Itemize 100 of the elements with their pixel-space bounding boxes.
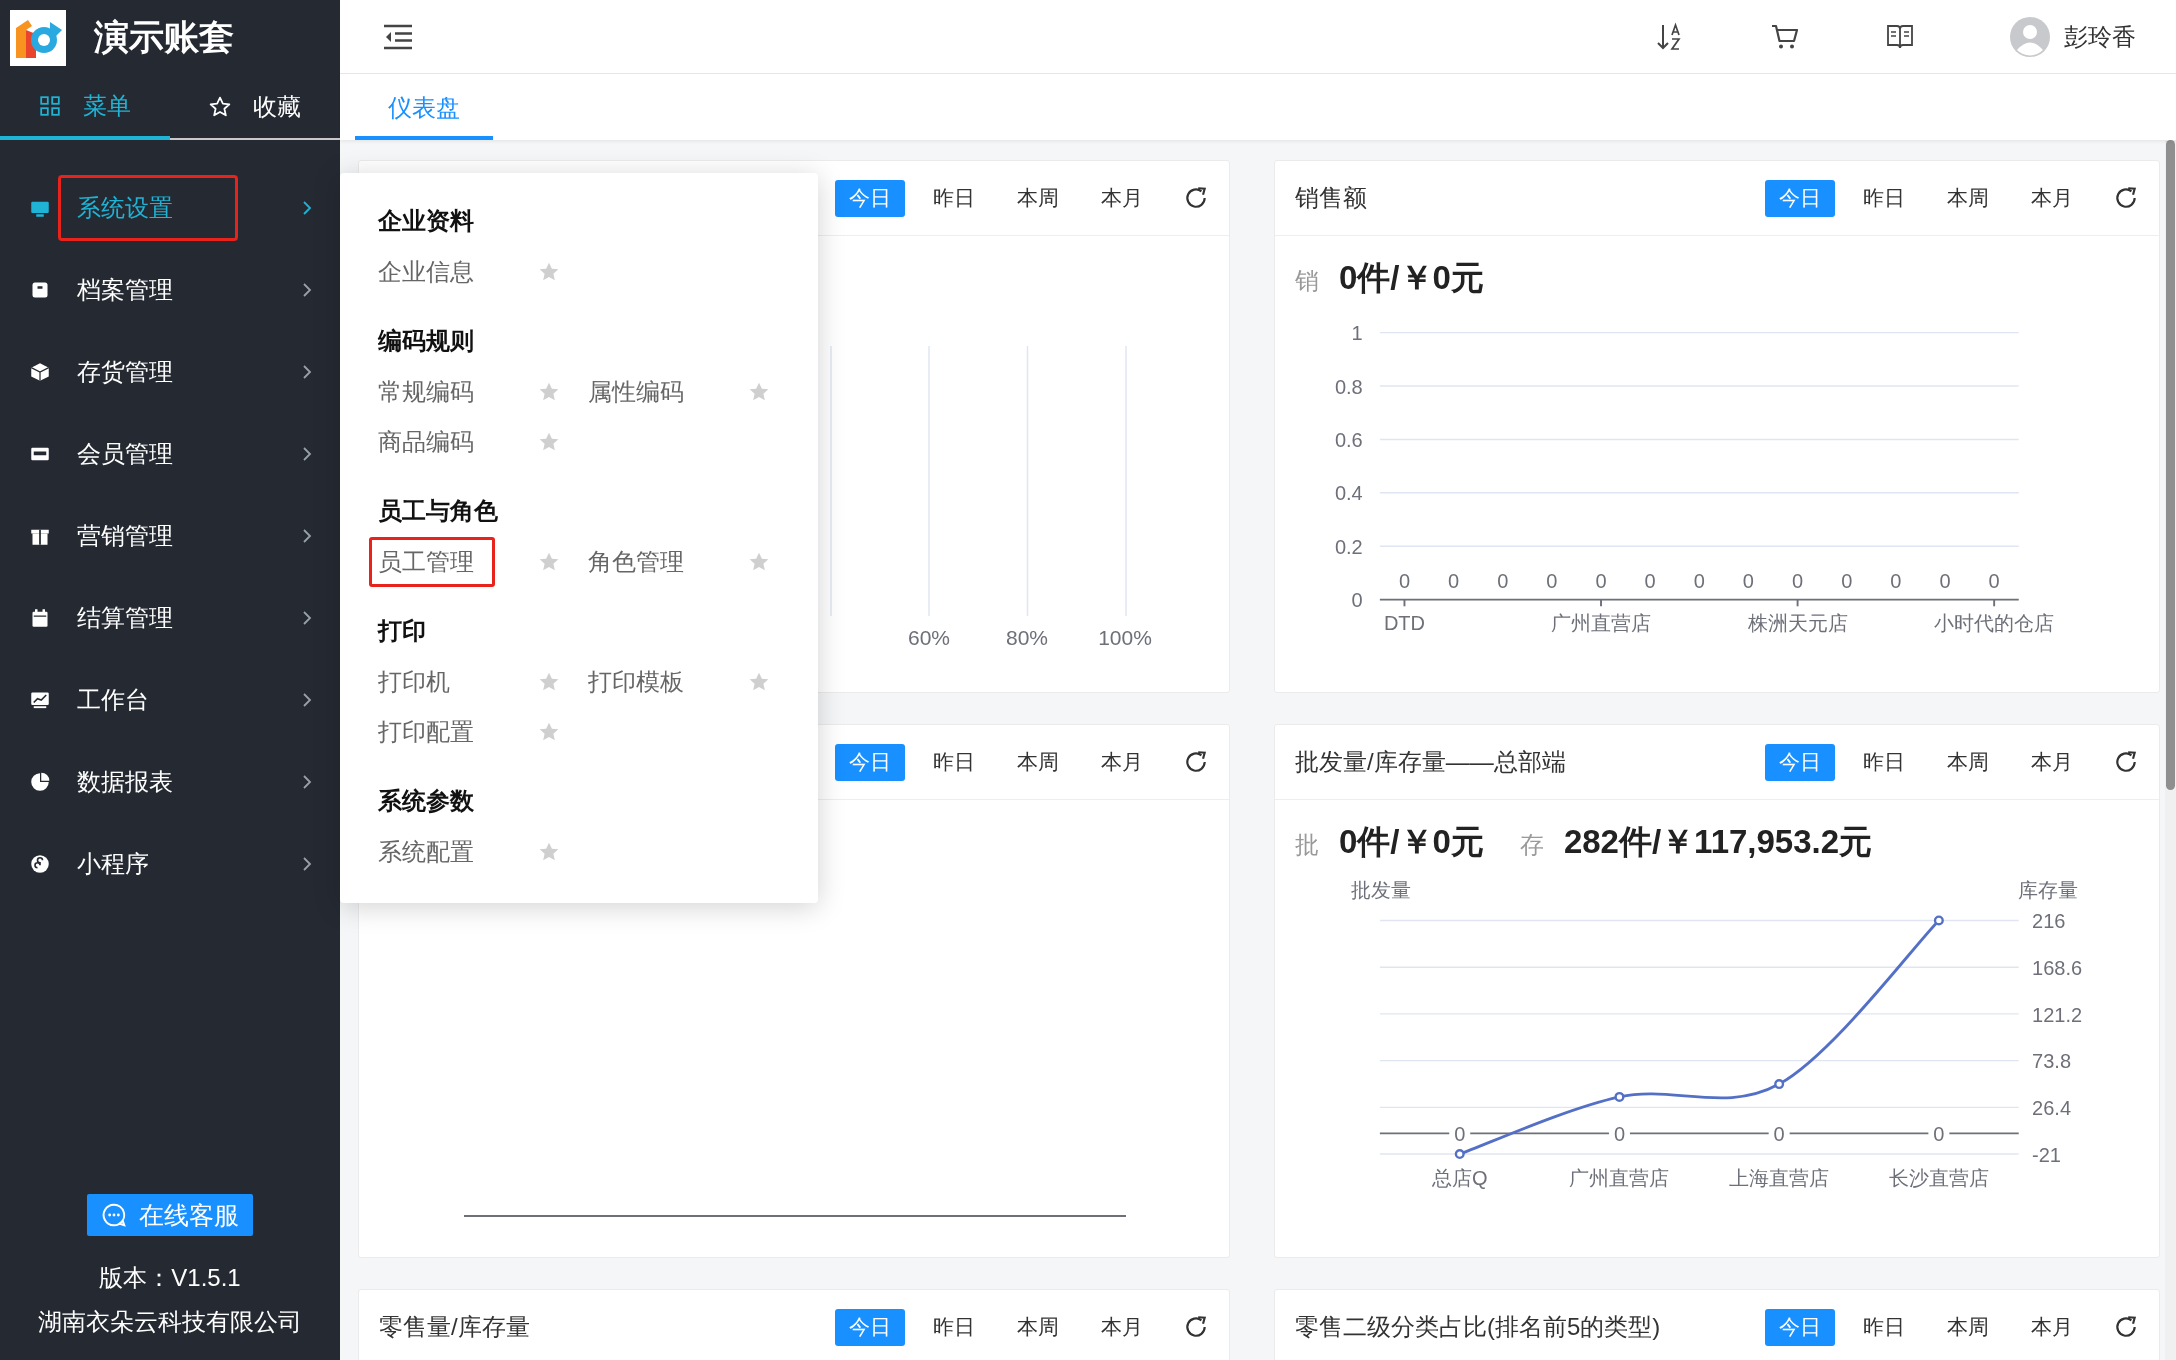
period-button[interactable]: 本月 bbox=[2017, 179, 2087, 217]
menu-item[interactable]: 档案管理 bbox=[0, 249, 340, 331]
axis-label: 80% bbox=[1005, 626, 1049, 650]
star-icon[interactable] bbox=[538, 841, 560, 863]
version-text: 版本：V1.5.1 bbox=[99, 1263, 241, 1293]
period-button[interactable]: 昨日 bbox=[1849, 1308, 1919, 1346]
data-label: 0 bbox=[1773, 1122, 1785, 1145]
pie-icon bbox=[30, 772, 50, 792]
calendar-icon bbox=[30, 608, 50, 628]
star-icon[interactable] bbox=[748, 671, 770, 693]
period-button[interactable]: 本周 bbox=[1003, 743, 1073, 781]
y-axis-tick: 0 bbox=[1351, 588, 1363, 611]
refresh-icon[interactable] bbox=[1183, 749, 1209, 775]
scrollbar[interactable] bbox=[2165, 140, 2176, 1360]
star-icon[interactable] bbox=[538, 261, 560, 283]
period-button[interactable]: 本月 bbox=[2017, 1308, 2087, 1346]
submenu-item[interactable]: 打印配置 bbox=[369, 707, 495, 757]
stat-label: 存 bbox=[1519, 831, 1544, 860]
y-axis-tick: 168.6 bbox=[2032, 956, 2083, 979]
data-label: 0 bbox=[1546, 569, 1558, 592]
period-button[interactable]: 本月 bbox=[1087, 1308, 1157, 1346]
user-name[interactable]: 彭玲香 bbox=[2064, 20, 2136, 53]
period-button[interactable]: 昨日 bbox=[919, 179, 989, 217]
menu-item[interactable]: 数据报表 bbox=[0, 741, 340, 823]
period-button[interactable]: 本周 bbox=[1933, 743, 2003, 781]
grid-icon bbox=[39, 94, 61, 117]
data-label: 0 bbox=[1497, 569, 1509, 592]
data-point bbox=[1614, 1091, 1625, 1102]
submenu-item[interactable]: 属性编码 bbox=[579, 367, 705, 417]
chevron-right-icon bbox=[302, 692, 312, 708]
star-icon[interactable] bbox=[538, 551, 560, 573]
y-axis-tick: 121.2 bbox=[2032, 1003, 2083, 1026]
star-icon[interactable] bbox=[538, 671, 560, 693]
period-button[interactable]: 本周 bbox=[1933, 179, 2003, 217]
period-button[interactable]: 本月 bbox=[2017, 743, 2087, 781]
period-button[interactable]: 本周 bbox=[1933, 1308, 2003, 1346]
menu-item[interactable]: 营销管理 bbox=[0, 495, 340, 577]
refresh-icon[interactable] bbox=[2113, 1314, 2139, 1340]
x-axis-label: 总店Q bbox=[1431, 1166, 1488, 1189]
stat-value: 0件/￥0元 bbox=[1339, 258, 1484, 298]
x-axis-label: 长沙直营店 bbox=[1888, 1166, 1989, 1189]
period-button[interactable]: 昨日 bbox=[919, 743, 989, 781]
data-label: 0 bbox=[1742, 569, 1754, 592]
stat-label: 批 bbox=[1295, 831, 1319, 860]
period-button[interactable]: 昨日 bbox=[919, 1308, 989, 1346]
x-axis-label: 株洲天元店 bbox=[1747, 611, 1848, 633]
star-icon[interactable] bbox=[748, 551, 770, 573]
submenu-heading: 编码规则 bbox=[378, 326, 475, 356]
refresh-icon[interactable] bbox=[2113, 185, 2139, 211]
period-button[interactable]: 本周 bbox=[1003, 179, 1073, 217]
avatar-icon[interactable] bbox=[2010, 16, 2050, 57]
refresh-icon[interactable] bbox=[1183, 1314, 1209, 1340]
chevron-right-icon bbox=[302, 446, 312, 462]
axis-label: 100% bbox=[1098, 626, 1152, 650]
y-axis-tick: -21 bbox=[2032, 1143, 2061, 1166]
chevron-right-icon bbox=[302, 364, 312, 380]
chevron-right-icon bbox=[302, 856, 312, 872]
menu-item[interactable]: 工作台 bbox=[0, 659, 340, 741]
star-icon[interactable] bbox=[538, 431, 560, 453]
data-label: 0 bbox=[1398, 569, 1410, 592]
scrollbar-thumb[interactable] bbox=[2166, 140, 2175, 790]
submenu-item[interactable]: 打印模板 bbox=[579, 657, 705, 707]
chat-icon bbox=[101, 1202, 127, 1228]
chevron-right-icon bbox=[302, 200, 312, 216]
period-button[interactable]: 本周 bbox=[1003, 1308, 1073, 1346]
stat-value: 282件/￥117,953.2元 bbox=[1563, 822, 1873, 862]
chevron-right-icon bbox=[302, 774, 312, 790]
submenu-item[interactable]: 角色管理 bbox=[579, 537, 705, 587]
menu-collapse-icon[interactable] bbox=[382, 23, 414, 50]
star-icon[interactable] bbox=[538, 721, 560, 743]
submenu-item[interactable]: 员工管理 bbox=[369, 537, 495, 587]
menu-item[interactable]: 系统设置 bbox=[0, 167, 340, 249]
y-axis-tick: 216 bbox=[2032, 909, 2066, 932]
menu-item[interactable]: 小程序 bbox=[0, 823, 340, 905]
submenu-item[interactable]: 系统配置 bbox=[369, 827, 495, 877]
submenu-item[interactable]: 常规编码 bbox=[369, 367, 495, 417]
data-label: 0 bbox=[1933, 1122, 1945, 1145]
star-icon[interactable] bbox=[748, 381, 770, 403]
menu-item[interactable]: 结算管理 bbox=[0, 577, 340, 659]
star-icon[interactable] bbox=[538, 381, 560, 403]
period-button[interactable]: 本月 bbox=[1087, 179, 1157, 217]
refresh-icon[interactable] bbox=[2113, 749, 2139, 775]
logo-icon bbox=[10, 9, 66, 66]
period-button[interactable]: 本月 bbox=[1087, 743, 1157, 781]
card-title: 批发量/库存量——总部端 bbox=[1295, 747, 1566, 777]
submenu-item[interactable]: 商品编码 bbox=[369, 417, 495, 467]
left-axis-title: 批发量 bbox=[1351, 878, 1412, 901]
sidebar-tab[interactable]: 菜单 bbox=[0, 75, 170, 140]
period-button[interactable]: 昨日 bbox=[1849, 179, 1919, 217]
menu-item[interactable]: 存货管理 bbox=[0, 331, 340, 413]
y-axis-tick: 0.2 bbox=[1334, 535, 1363, 558]
submenu-item[interactable]: 企业信息 bbox=[369, 247, 495, 297]
submenu-heading: 系统参数 bbox=[378, 786, 475, 816]
submenu-heading: 打印 bbox=[378, 616, 427, 646]
submenu-item[interactable]: 打印机 bbox=[369, 657, 471, 707]
x-axis-label: 小时代的仓店 bbox=[1934, 611, 2055, 633]
menu-item[interactable]: 会员管理 bbox=[0, 413, 340, 495]
period-button[interactable]: 昨日 bbox=[1849, 743, 1919, 781]
refresh-icon[interactable] bbox=[1183, 185, 1209, 211]
company-name: 湖南衣朵云科技有限公司 bbox=[38, 1307, 302, 1337]
